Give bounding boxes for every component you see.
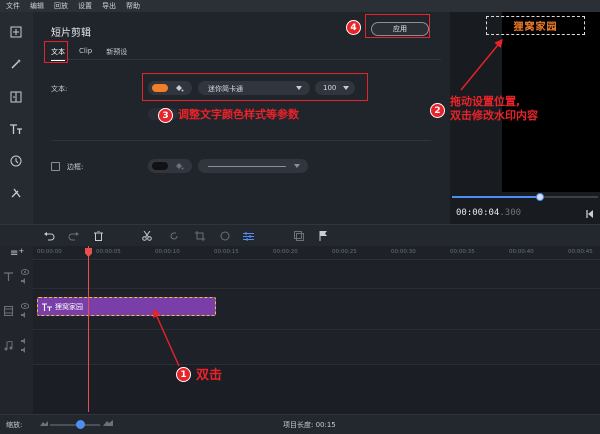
audio-icon[interactable] bbox=[21, 347, 29, 353]
annotation-box-apply bbox=[365, 14, 430, 38]
skip-back-icon[interactable] bbox=[586, 210, 594, 218]
fill-bucket-icon bbox=[176, 163, 184, 170]
watermark-text[interactable]: 狸窝家园 bbox=[514, 18, 558, 33]
delete-icon[interactable] bbox=[91, 229, 105, 243]
time-main: 00:00:04 bbox=[456, 208, 500, 218]
magic-wand-icon[interactable] bbox=[6, 54, 26, 74]
ruler-tick: 00:00:25 bbox=[332, 249, 357, 255]
rotate-icon[interactable] bbox=[167, 229, 181, 243]
time-ms: .300 bbox=[499, 208, 522, 218]
crop-icon[interactable] bbox=[193, 229, 207, 243]
import-icon[interactable] bbox=[6, 22, 26, 42]
ruler-tick: 00:00:30 bbox=[391, 249, 416, 255]
zoom-out-icon[interactable] bbox=[40, 421, 48, 426]
audio-icon[interactable] bbox=[21, 338, 29, 344]
text-clip[interactable]: 狸窝家园 bbox=[37, 297, 216, 316]
track-headers: ≡+ bbox=[0, 246, 33, 414]
audio-track[interactable] bbox=[33, 331, 600, 365]
annotation-badge-2: 2 bbox=[430, 103, 445, 118]
zoom-slider[interactable] bbox=[50, 424, 100, 426]
status-bar: 缩放: 项目长度: 00:15 bbox=[0, 414, 600, 434]
clock-icon[interactable] bbox=[6, 151, 26, 171]
chevron-down-icon bbox=[294, 164, 300, 168]
annotation-text-2-line2: 双击修改水印内容 bbox=[450, 109, 538, 122]
scissors-icon[interactable] bbox=[140, 229, 154, 243]
progress-handle[interactable] bbox=[535, 193, 544, 201]
flag-icon[interactable] bbox=[316, 229, 330, 243]
left-toolbar bbox=[0, 12, 33, 224]
menu-export[interactable]: 导出 bbox=[102, 1, 116, 11]
menu-help[interactable]: 帮助 bbox=[126, 1, 140, 11]
text-clip-icon bbox=[42, 302, 52, 311]
border-checkbox[interactable] bbox=[51, 162, 60, 171]
audio-icon[interactable] bbox=[21, 278, 29, 284]
menu-edit[interactable]: 编辑 bbox=[30, 1, 44, 11]
menu-settings[interactable]: 设置 bbox=[78, 1, 92, 11]
zoom-label: 缩放: bbox=[6, 421, 23, 429]
annotation-box-text-settings bbox=[142, 73, 368, 101]
border-style-select[interactable] bbox=[198, 159, 308, 173]
ruler-tick: 00:00:00 bbox=[37, 249, 62, 255]
ruler-tick: 00:00:40 bbox=[509, 249, 534, 255]
project-length: 项目长度: 00:15 bbox=[283, 421, 336, 429]
text-track[interactable] bbox=[33, 261, 600, 289]
ruler-tick: 00:00:20 bbox=[273, 249, 298, 255]
section-divider bbox=[51, 140, 431, 141]
eye-icon[interactable] bbox=[21, 269, 29, 275]
video-track-icon bbox=[4, 306, 13, 316]
menu-playback[interactable]: 回放 bbox=[54, 1, 68, 11]
annotation-text-1: 双击 bbox=[196, 368, 223, 383]
eye-icon[interactable] bbox=[21, 303, 29, 309]
playback-progress[interactable] bbox=[452, 193, 598, 201]
ruler-tick: 00:00:10 bbox=[155, 249, 180, 255]
transition-icon[interactable] bbox=[6, 87, 26, 107]
zoom-in-icon[interactable] bbox=[103, 420, 113, 426]
time-display: 00:00:04.300 bbox=[456, 208, 521, 218]
tools-icon[interactable] bbox=[6, 183, 26, 203]
tabs-divider bbox=[51, 59, 441, 60]
playhead-line bbox=[88, 246, 89, 412]
annotation-badge-3: 3 bbox=[158, 108, 173, 123]
editor-title: 短片剪辑 bbox=[51, 28, 91, 39]
annotation-text-3: 调整文字颜色样式等参数 bbox=[178, 108, 299, 121]
menu-file[interactable]: 文件 bbox=[6, 1, 20, 11]
ruler-tick: 00:00:35 bbox=[450, 249, 475, 255]
border-color-swatch bbox=[152, 162, 168, 170]
text-track-icon bbox=[4, 272, 13, 281]
redo-icon[interactable] bbox=[66, 229, 80, 243]
zoom-handle[interactable] bbox=[76, 420, 85, 429]
ruler-tick: 00:00:05 bbox=[96, 249, 121, 255]
annotation-text-2-line1: 拖动设置位置, bbox=[450, 95, 521, 108]
undo-icon[interactable] bbox=[42, 229, 56, 243]
text-tool-icon[interactable] bbox=[6, 119, 26, 139]
properties-icon[interactable] bbox=[241, 229, 255, 243]
line-style-preview bbox=[208, 166, 286, 167]
annotation-text-2: 拖动设置位置, 双击修改水印内容 bbox=[450, 95, 538, 123]
time-ruler[interactable]: 00:00:00 00:00:05 00:00:10 00:00:15 00:0… bbox=[33, 246, 600, 260]
border-color-picker[interactable] bbox=[148, 159, 192, 173]
annotation-badge-4: 4 bbox=[346, 20, 361, 35]
watermark-box[interactable]: 狸窝家园 bbox=[486, 16, 585, 35]
audio-icon[interactable] bbox=[21, 312, 29, 318]
color-adjust-icon[interactable] bbox=[218, 229, 232, 243]
annotation-box-tab bbox=[44, 41, 68, 63]
edit-toolbar bbox=[0, 224, 600, 246]
menu-bar: 文件 编辑 回放 设置 导出 帮助 bbox=[0, 0, 600, 12]
clip-label: 狸窝家园 bbox=[55, 302, 83, 311]
progress-fill bbox=[452, 196, 540, 198]
border-label: 边框: bbox=[67, 163, 84, 171]
ruler-tick: 00:00:45 bbox=[568, 249, 593, 255]
add-track-icon[interactable]: ≡+ bbox=[10, 247, 24, 259]
annotation-badge-1: 1 bbox=[176, 367, 191, 382]
music-track-icon bbox=[4, 341, 13, 351]
overlay-icon[interactable] bbox=[292, 229, 306, 243]
ruler-tick: 00:00:15 bbox=[214, 249, 239, 255]
text-label: 文本: bbox=[51, 85, 68, 93]
timeline: ≡+ 00:00:00 00:00:05 00:00:10 00:00:15 0… bbox=[0, 246, 600, 414]
